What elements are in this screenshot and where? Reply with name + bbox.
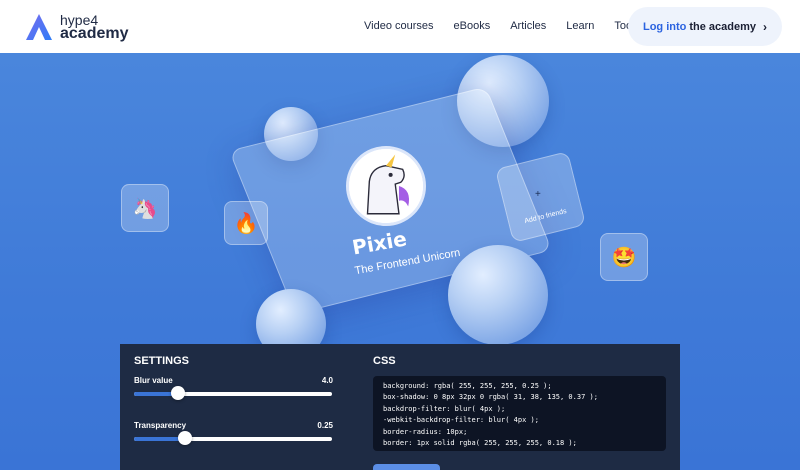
avatar bbox=[346, 146, 426, 226]
star-struck-icon: 🤩 bbox=[611, 246, 637, 269]
blur-slider[interactable] bbox=[134, 386, 332, 400]
nav-learn[interactable]: Learn bbox=[566, 20, 594, 32]
transparency-slider-thumb[interactable] bbox=[178, 431, 193, 445]
blur-value: 4.0 bbox=[321, 376, 333, 385]
transparency-label: Transparency bbox=[134, 421, 187, 430]
unicorn-avatar-icon bbox=[349, 149, 423, 223]
blur-label: Blur value bbox=[134, 376, 173, 385]
site-header: hype4 academy Video courses eBooks Artic… bbox=[0, 0, 800, 53]
logo-text-bottom: academy bbox=[60, 25, 129, 42]
transparency-slider[interactable] bbox=[134, 431, 332, 445]
chevron-right-icon: › bbox=[763, 19, 768, 34]
blur-slider-thumb[interactable] bbox=[170, 386, 185, 400]
unicorn-icon: 🦄 bbox=[132, 197, 158, 220]
fire-tile: 🔥 bbox=[224, 201, 268, 245]
css-title: CSS bbox=[373, 355, 396, 367]
nav-video-courses[interactable]: Video courses bbox=[364, 20, 434, 32]
settings-title: SETTINGS bbox=[134, 355, 190, 367]
settings-panel: SETTINGS Blur value 4.0 Transparency 0.2… bbox=[120, 344, 680, 470]
unicorn-tile: 🦄 bbox=[121, 184, 169, 232]
star-struck-tile: 🤩 bbox=[600, 233, 648, 281]
login-button[interactable]: Log into the academy › bbox=[628, 7, 782, 46]
fire-icon: 🔥 bbox=[233, 212, 259, 235]
login-strong: the academy bbox=[689, 20, 757, 33]
plus-icon: + bbox=[535, 189, 541, 200]
nav-articles[interactable]: Articles bbox=[510, 20, 546, 32]
hero-section: Pixie The Frontend Unicorn + Add to frie… bbox=[0, 53, 800, 470]
copy-css-button[interactable] bbox=[373, 464, 440, 470]
nav-ebooks[interactable]: eBooks bbox=[454, 20, 491, 32]
main-nav: Video courses eBooks Articles Learn Tool… bbox=[364, 20, 660, 32]
hype4-logo-icon bbox=[26, 14, 52, 40]
transparency-value: 0.25 bbox=[317, 421, 333, 430]
login-prefix: Log into bbox=[642, 20, 687, 33]
logo[interactable]: hype4 academy bbox=[24, 12, 129, 42]
decorative-sphere bbox=[448, 245, 548, 345]
css-code-block[interactable]: background: rgba( 255, 255, 255, 0.25 );… bbox=[373, 376, 666, 451]
